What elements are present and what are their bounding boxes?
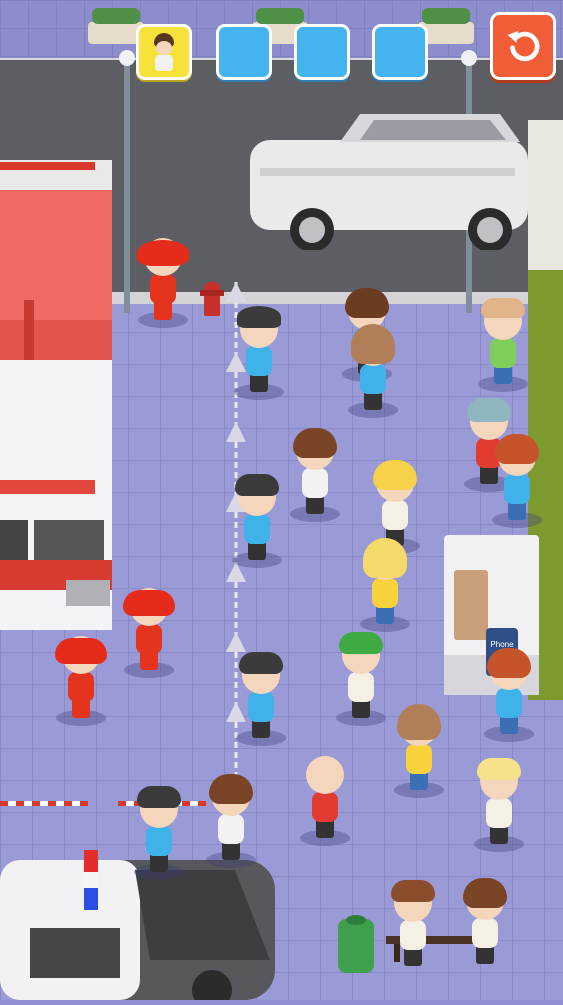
curly-haired-person[interactable]: [492, 434, 542, 528]
restart-button[interactable]: [490, 12, 556, 80]
trash-bin: [338, 915, 374, 973]
police-officer[interactable]: [134, 786, 184, 880]
police-officer[interactable]: [236, 652, 286, 746]
long-haired-person[interactable]: [348, 324, 398, 418]
building-roof: [528, 120, 563, 270]
firefighter[interactable]: [123, 588, 175, 678]
fire-truck: [0, 160, 122, 630]
bald-person[interactable]: [300, 756, 350, 846]
blonde-person[interactable]: [474, 758, 524, 852]
fire-hydrant: [200, 278, 224, 318]
curly-haired-person[interactable]: [290, 428, 340, 522]
police-officer[interactable]: [232, 474, 282, 568]
blonde-ponytail-person[interactable]: [360, 538, 410, 632]
firefighter[interactable]: [137, 238, 189, 328]
collection-slot-1: [136, 24, 192, 80]
collection-slot-4: [372, 24, 428, 80]
firefighter[interactable]: [55, 636, 107, 726]
collection-slot-3: [294, 24, 350, 80]
curly-haired-person[interactable]: [484, 648, 534, 742]
person-green-beanie[interactable]: [336, 632, 386, 726]
seated-person[interactable]: [390, 880, 436, 974]
restart-arrow-icon: [507, 31, 540, 62]
street-lamp: [119, 50, 135, 315]
collection-slot-2: [216, 24, 272, 80]
police-officer[interactable]: [234, 306, 284, 400]
white-car: [250, 110, 530, 252]
person-bun[interactable]: [394, 704, 444, 798]
curly-haired-person[interactable]: [462, 878, 508, 972]
curly-hair-person-icon: [152, 33, 176, 71]
person-green-shirt[interactable]: [478, 298, 528, 392]
curly-haired-person[interactable]: [206, 774, 256, 868]
